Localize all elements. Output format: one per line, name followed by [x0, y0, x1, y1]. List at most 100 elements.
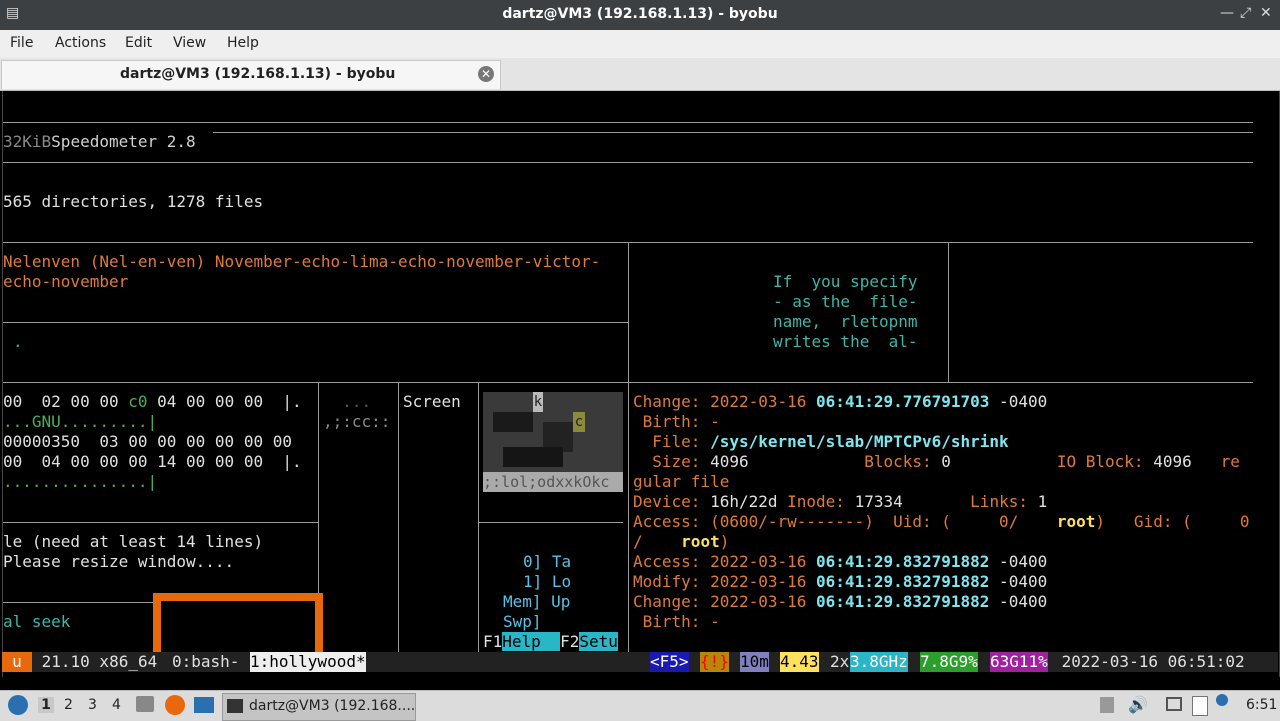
divider — [3, 602, 153, 603]
hex-seg: c0 — [128, 392, 148, 411]
divider — [3, 522, 318, 523]
f2-setup-label[interactable]: Setu — [579, 632, 618, 651]
s: File: — [633, 432, 711, 451]
s: -0400 — [989, 572, 1048, 591]
byobu-status-bar: u 21.10 x86_64 0:bash- 1:hollywood* <F5>… — [2, 652, 1278, 672]
divider — [628, 382, 629, 652]
s: / — [633, 532, 643, 551]
taskbar-clock[interactable]: 6:51 — [1246, 697, 1277, 713]
file-manager-icon[interactable] — [136, 696, 154, 712]
load-average: 4.43 — [780, 652, 819, 672]
notes-icon[interactable] — [1192, 696, 1208, 716]
seek-text: al seek — [3, 612, 71, 631]
menu-view[interactable]: View — [173, 35, 206, 51]
htop-cpu0: 0] Ta — [523, 552, 571, 572]
hex-line-2: ...GNU.........| — [3, 412, 158, 431]
network-icon[interactable] — [1166, 697, 1182, 711]
s: Device: — [633, 492, 711, 511]
stat-access-2: Access: 2022-03-16 06:41:29.832791882 -0… — [633, 552, 1047, 572]
s: 2022-03-16 — [710, 592, 817, 611]
workspace-2[interactable]: 2 — [64, 697, 73, 713]
memory-usage: 7.8G9% — [920, 652, 978, 672]
s: Access: — [633, 512, 711, 531]
s: ) — [719, 532, 730, 551]
uptime: 10m — [740, 652, 769, 672]
hex-seg: 00 02 00 00 — [3, 392, 129, 411]
menu-edit[interactable]: Edit — [125, 35, 152, 51]
htop-swp: Swp] — [503, 612, 542, 632]
man-line-2: - as the file- — [773, 292, 918, 311]
s: 06:41:29.832791882 — [816, 552, 990, 571]
update-notifier-icon[interactable] — [1216, 694, 1228, 706]
f5-key[interactable]: <F5> — [650, 652, 689, 672]
s: Blocks: — [864, 452, 942, 471]
htop-text: 1] Lo — [523, 572, 572, 591]
workspace-1[interactable]: 1 — [38, 697, 54, 713]
stat-birth-2: Birth: - — [633, 612, 720, 631]
man-line-4: writes the al- — [773, 332, 918, 351]
terminal-area[interactable]: 32KiBSpeedometer 2.8 565 directories, 12… — [2, 91, 1280, 677]
divider — [948, 242, 949, 382]
desktop-icon[interactable] — [194, 697, 214, 713]
s: 1 — [1037, 492, 1048, 511]
s: 17334 — [854, 492, 903, 511]
f1-help-label[interactable]: Help — [502, 632, 541, 651]
taskbar: 1 2 3 4 dartz@VM3 (192.168.... 🔊 6:51 — [0, 690, 1280, 721]
speedometer-line: 32KiBSpeedometer 2.8 — [3, 132, 196, 152]
firefox-icon[interactable] — [165, 695, 185, 715]
menu-file[interactable]: File — [10, 35, 33, 51]
stat-birth-1: Birth: - — [633, 412, 720, 431]
art-block — [503, 447, 563, 467]
menu-help[interactable]: Help — [227, 35, 259, 51]
workspace-3[interactable]: 3 — [88, 697, 97, 713]
hex-line-3: 00000350 03 00 00 00 00 00 00 — [3, 432, 292, 451]
hex-line-1: 00 02 00 00 c0 04 00 00 00 |. — [3, 392, 302, 412]
terminal-icon — [227, 699, 243, 713]
s: IO Block: — [1056, 452, 1154, 471]
man-line-1: If you specify — [773, 272, 918, 291]
taskbar-task-terminal[interactable]: dartz@VM3 (192.168.... — [222, 693, 416, 721]
workspace-4[interactable]: 4 — [112, 697, 121, 713]
tab-close-icon[interactable]: ✕ — [478, 66, 494, 82]
close-window-icon[interactable]: ✕ — [1260, 5, 1272, 21]
volume-icon[interactable]: 🔊 — [1128, 695, 1148, 714]
cpu-freq: 3.8GHz — [850, 652, 908, 672]
stat-change-2: Change: 2022-03-16 06:41:29.832791882 -0… — [633, 592, 1047, 612]
s: Change: — [633, 392, 711, 411]
window-0[interactable]: 0:bash- — [172, 652, 239, 672]
byobu-logo: u — [2, 652, 32, 672]
htop-text: Swp] — [503, 612, 542, 631]
f2-key: F2 — [560, 632, 580, 651]
s: re — [1220, 452, 1240, 471]
menu-actions[interactable]: Actions — [55, 35, 106, 51]
clipboard-icon[interactable] — [1100, 697, 1114, 713]
s: 06:41:29.776791703 — [816, 392, 990, 411]
nato-line-2: echo-november — [3, 272, 129, 291]
divider — [213, 132, 1253, 133]
window-titlebar: ▤ dartz@VM3 (192.168.1.13) - byobu — ⤢ ✕ — [0, 0, 1280, 30]
htop-cpu1: 1] Lo — [523, 572, 571, 592]
speedo-size: 32KiB — [3, 132, 52, 151]
s: Uid: ( 0/ — [873, 512, 1019, 531]
stat-gular: gular file — [633, 472, 730, 491]
stat-size: Size: 4096 Blocks: 0 IO Block: 4096 re — [633, 452, 1240, 472]
s: ) Gid: ( 0 — [1095, 512, 1250, 531]
ascii-art: k c ;:lol;odxxkOkc — [483, 392, 623, 492]
window-1-active[interactable]: 1:hollywood* — [250, 652, 366, 672]
maximize-icon[interactable]: ⤢ — [1240, 5, 1251, 21]
fkeys-row: F1Help F2Setu — [483, 632, 618, 652]
s: 06:41:29.832791882 — [816, 572, 990, 591]
start-menu-icon[interactable] — [8, 695, 28, 715]
divider — [628, 242, 629, 382]
s: Access: — [633, 552, 711, 571]
hex-line-5: ...............| — [3, 472, 158, 491]
minimize-icon[interactable]: — — [1220, 5, 1234, 21]
stat-device: Device: 16h/22d Inode: 17334 Links: 1 — [633, 492, 1047, 512]
status-datetime: 2022-03-16 06:51:02 — [1052, 652, 1245, 671]
art-c: c — [573, 412, 585, 432]
hex-line-4: 00 04 00 00 00 14 00 00 00 |. — [3, 452, 302, 471]
tab-terminal[interactable]: dartz@VM3 (192.168.1.13) - byobu ✕ — [1, 60, 501, 89]
divider — [3, 162, 1253, 163]
small-dots-2: ,;:cc:: — [323, 412, 391, 431]
divider — [3, 122, 1253, 123]
